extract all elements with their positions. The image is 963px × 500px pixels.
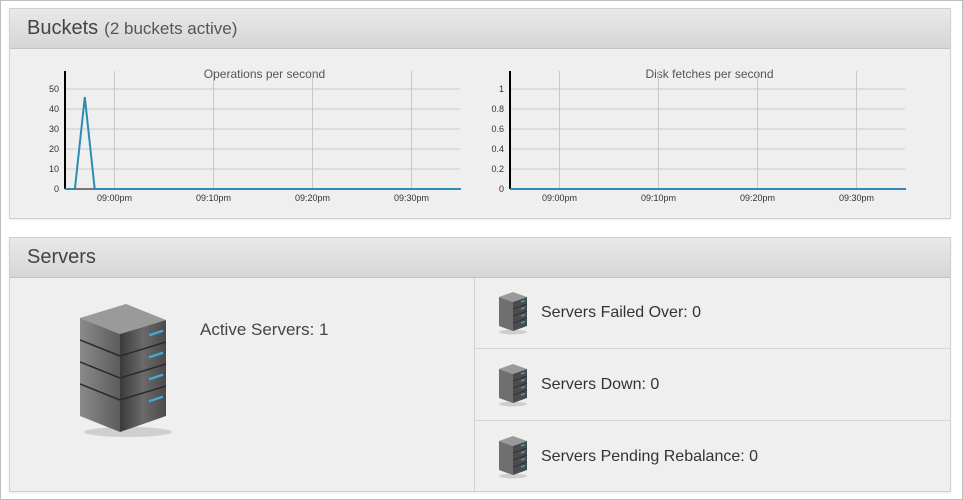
y-tick-label: 0 [499, 184, 504, 194]
y-tick-label: 0.6 [491, 124, 504, 134]
operations-chart: Operations per second 0 10 20 30 40 50 09:00pm 0… [49, 67, 461, 203]
buckets-title: Buckets [27, 17, 99, 39]
server-tower-icon [80, 304, 172, 437]
servers-body: Active Servers: 1 Servers Failed Over: 0 [10, 278, 950, 491]
y-tick-label: 0 [54, 184, 59, 194]
x-tick-label: 09:00pm [97, 193, 132, 203]
status-row-failed-over: Servers Failed Over: 0 [475, 278, 950, 349]
servers-panel: Servers Active Servers: 1 Servers Failed… [9, 237, 951, 492]
buckets-header: Buckets (2 buckets active) [10, 9, 950, 49]
server-icon [499, 364, 528, 407]
status-row-pending-rebalance: Servers Pending Rebalance: 0 [475, 421, 950, 492]
servers-failed-over-label: Servers Failed Over: 0 [541, 304, 702, 321]
y-tick-label: 0.8 [491, 104, 504, 114]
y-tick-label: 20 [49, 144, 59, 154]
disk-fetches-chart: Disk fetches per second 0 0.2 0.4 0.6 0.8 1 09:… [491, 67, 906, 203]
x-tick-label: 09:10pm [641, 193, 676, 203]
x-tick-label: 09:20pm [740, 193, 775, 203]
active-servers-section: Active Servers: 1 [10, 278, 475, 491]
x-tick-label: 09:30pm [839, 193, 874, 203]
servers-down-label: Servers Down: 0 [541, 376, 660, 393]
y-tick-label: 1 [499, 84, 504, 94]
server-status-list: Servers Failed Over: 0 Servers Down: 0 S… [475, 278, 950, 491]
y-tick-label: 30 [49, 124, 59, 134]
y-tick-label: 50 [49, 84, 59, 94]
servers-header: Servers [10, 238, 950, 278]
active-servers-label: Active Servers: 1 [200, 320, 329, 339]
y-tick-label: 10 [49, 164, 59, 174]
status-row-down: Servers Down: 0 [475, 350, 950, 421]
x-tick-label: 09:20pm [295, 193, 330, 203]
buckets-subtitle: (2 buckets active) [104, 18, 238, 38]
y-tick-label: 40 [49, 104, 59, 114]
servers-pending-rebalance-label: Servers Pending Rebalance: 0 [541, 447, 759, 465]
y-tick-label: 0.4 [491, 144, 504, 154]
buckets-charts: Operations per second 0 10 20 30 40 50 09:00pm 0… [10, 49, 950, 219]
server-icon [499, 292, 528, 335]
server-icon [499, 435, 528, 478]
series-line [65, 96, 461, 190]
y-tick-label: 0.2 [491, 164, 504, 174]
chart-title: Operations per second [204, 67, 325, 81]
x-tick-label: 09:30pm [394, 193, 429, 203]
servers-title: Servers [27, 246, 96, 268]
buckets-panel: Buckets (2 buckets active) Operations pe… [9, 8, 951, 219]
chart-title: Disk fetches per second [645, 67, 773, 81]
x-tick-label: 09:00pm [542, 193, 577, 203]
x-tick-label: 09:10pm [196, 193, 231, 203]
